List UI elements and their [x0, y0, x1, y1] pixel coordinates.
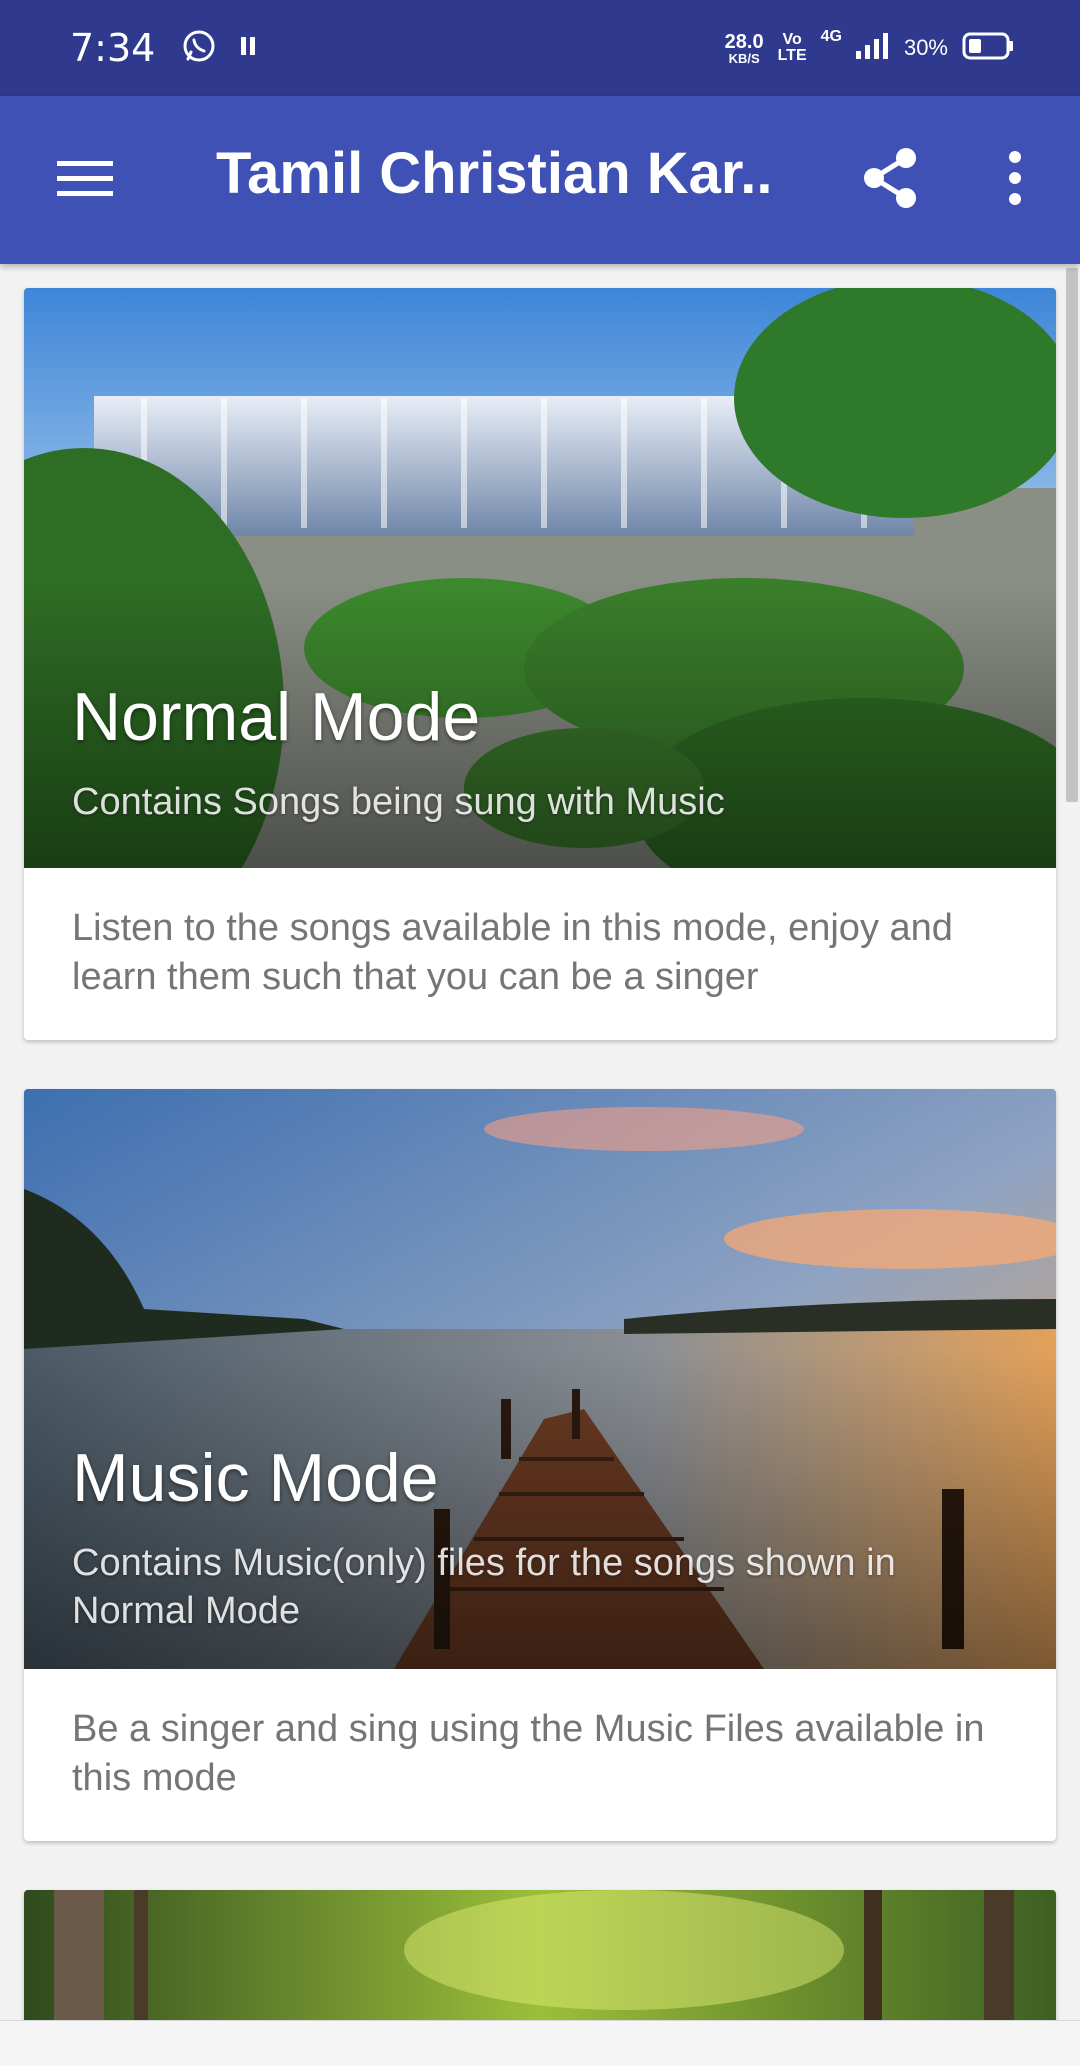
volte-bottom: LTE — [777, 47, 807, 64]
app-title: Tamil Christian Kar... — [216, 141, 776, 206]
more-vert-icon — [1007, 150, 1023, 211]
waterfall-image: Normal Mode Contains Songs being sung wi… — [24, 288, 1056, 868]
app-bar: Tamil Christian Kar... — [0, 96, 1080, 264]
scrollbar-thumb[interactable] — [1066, 268, 1078, 802]
share-button[interactable] — [850, 140, 930, 220]
card-subtitle: Contains Songs being sung with Music — [72, 781, 725, 823]
signal-icon — [855, 31, 890, 66]
normal-mode-card[interactable]: Normal Mode Contains Songs being sung wi… — [24, 288, 1056, 1040]
card-subtitle: Contains Music(only) files for the songs… — [72, 1542, 896, 1632]
forest-image — [24, 1890, 1056, 2020]
status-bar: 7:34 28.0 KB/S Vo LTE 4G 30% — [0, 0, 1080, 96]
more-options-button[interactable] — [980, 140, 1050, 220]
network-type: 4G — [820, 28, 842, 45]
battery-percent: 30% — [903, 35, 948, 60]
card-list[interactable]: Normal Mode Contains Songs being sung wi… — [0, 264, 1080, 2020]
card-description: Listen to the songs available in this mo… — [72, 907, 953, 998]
speed-value: 28.0 — [724, 30, 764, 53]
third-mode-card[interactable] — [24, 1890, 1056, 2020]
network-speed: 28.0 KB/S — [725, 32, 764, 65]
menu-icon — [55, 157, 115, 206]
card-description: Be a singer and sing using the Music Fil… — [72, 1708, 985, 1799]
menu-button[interactable] — [40, 146, 130, 216]
card-title: Music Mode — [72, 1440, 439, 1516]
bottom-bar — [0, 2020, 1080, 2066]
volte-top: Vo — [782, 31, 802, 48]
pause-icon — [239, 35, 257, 62]
battery-icon — [962, 31, 1014, 66]
volte-indicator: Vo LTE — [778, 32, 807, 64]
status-time: 7:34 — [70, 26, 156, 70]
share-icon — [860, 146, 920, 215]
speed-unit: KB/S — [728, 50, 760, 66]
whatsapp-icon — [181, 28, 217, 69]
lake-pier-sunset-image: Music Mode Contains Music(only) files fo… — [24, 1089, 1056, 1669]
music-mode-card[interactable]: Music Mode Contains Music(only) files fo… — [24, 1089, 1056, 1841]
card-title: Normal Mode — [72, 679, 481, 755]
